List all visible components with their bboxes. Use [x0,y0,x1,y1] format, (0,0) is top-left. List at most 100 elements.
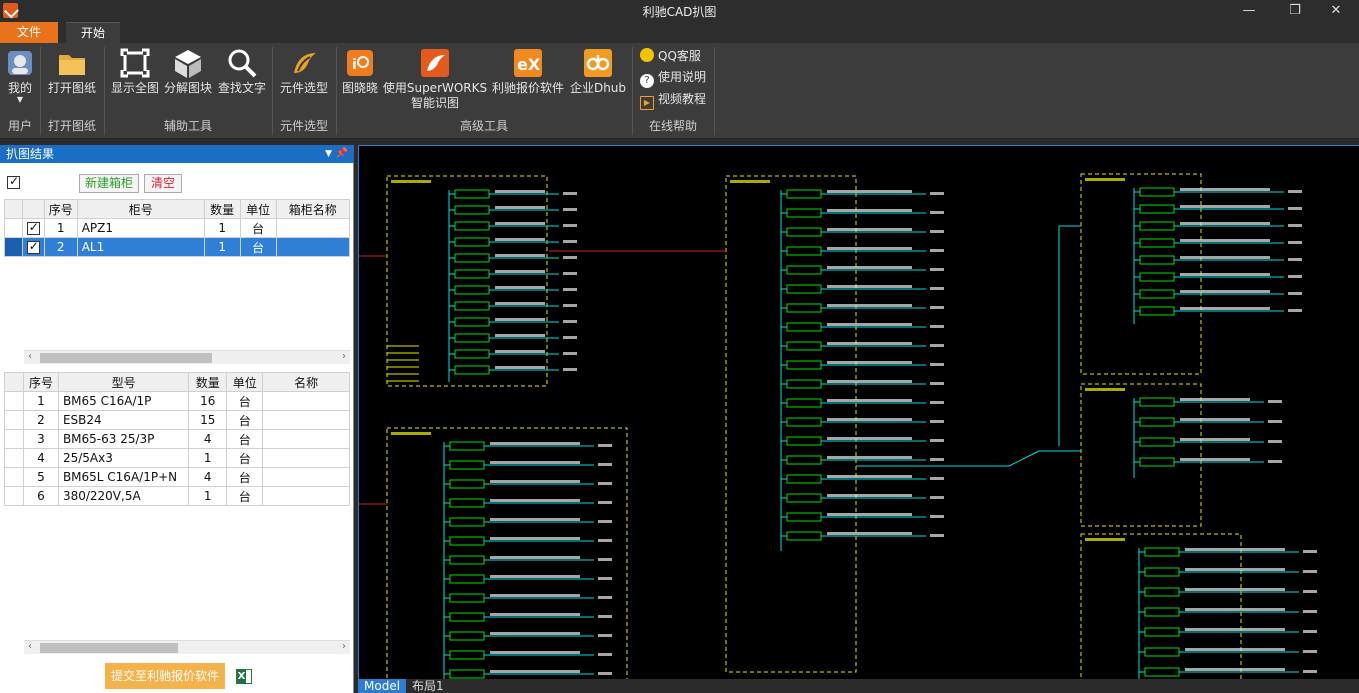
cell-no: 1 [23,391,59,411]
qq-service-link[interactable]: QQ客服 [640,47,701,65]
minimize-button[interactable]: — [1226,0,1272,22]
row-indicator [3,410,25,430]
header-unit[interactable]: 单位 [239,199,277,219]
qq-penguin-icon [640,48,654,62]
row-checkbox-cell [21,237,45,257]
superworks-label-2: 智能识图 [410,96,459,110]
group-label-help: 在线帮助 [648,119,697,133]
cell-unit: 台 [226,467,264,487]
row-indicator [4,218,23,238]
tab-start[interactable]: 开始 [66,22,120,43]
table-row[interactable]: 4 25/5Ax3 1 台 [3,448,350,468]
cell-qty: 16 [188,391,228,411]
item-table-header: 序号 型号 数量 单位 名称 [3,372,350,392]
my-account-button[interactable]: 我的 ▼ [4,47,36,104]
header-model[interactable]: 型号 [57,372,190,392]
folder-icon [56,47,88,79]
cell-name [262,391,350,411]
header-qty[interactable]: 数量 [188,372,228,392]
table-row[interactable]: 6 380/220V,5A 1 台 [3,486,350,506]
cell-qty: 1 [203,218,241,238]
restore-button[interactable]: ❐ [1272,0,1318,22]
close-button[interactable]: ✕ [1313,0,1359,22]
table-row-selected[interactable]: 2 AL1 1 台 [4,237,351,257]
find-text-label: 查找文字 [217,81,266,95]
scroll-right-icon[interactable]: › [342,641,346,652]
panel-menu-icon[interactable]: ▼ [325,145,332,163]
row-indicator [4,237,23,257]
item-hscrollbar[interactable]: ‹ › [24,640,350,654]
tuxiaoxiao-button[interactable]: i 图晓晓 [340,47,380,96]
cell-no: 3 [23,429,59,449]
tab-model[interactable]: Model [358,679,407,693]
cad-drawing-canvas[interactable] [358,145,1359,693]
cell-qty: 4 [188,429,228,449]
cell-qty: 15 [188,410,228,430]
cell-name [262,429,350,449]
component-select-button[interactable]: 元件选型 [276,47,332,96]
row-checkbox[interactable] [26,220,40,235]
tab-file[interactable]: 文件 [0,22,58,43]
cell-name [262,410,350,430]
tuxiaoxiao-label: 图晓晓 [341,81,378,95]
fit-view-icon [119,47,151,79]
cell-unit: 台 [226,429,264,449]
cell-qty: 1 [188,486,228,506]
search-icon [226,47,258,79]
header-no[interactable]: 序号 [23,372,59,392]
header-qty[interactable]: 数量 [203,199,241,219]
quote-software-label: 利驰报价软件 [491,81,564,95]
manual-link[interactable]: ? 使用说明 [640,68,707,88]
cell-no: 1 [43,218,78,238]
pin-icon[interactable]: 📌 [336,145,348,163]
cell-unit: 台 [226,410,264,430]
row-checkbox[interactable] [26,239,40,254]
scroll-left-icon[interactable]: ‹ [28,641,32,652]
table-row[interactable]: 2 ESB24 15 台 [3,410,350,430]
component-select-label: 元件选型 [279,81,328,95]
header-unit[interactable]: 单位 [226,372,264,392]
cell-no: 6 [23,486,59,506]
cabinet-hscrollbar[interactable]: ‹ › [24,350,350,364]
table-row[interactable]: 5 BM65L C16A/1P+N 4 台 [3,467,350,487]
tuxiaoxiao-icon: i [344,47,376,79]
video-tutorial-link[interactable]: ▶ 视频教程 [640,90,706,110]
header-box-name[interactable]: 箱柜名称 [275,199,351,219]
cell-unit: 台 [239,237,277,257]
scroll-left-icon[interactable]: ‹ [28,351,32,362]
table-row[interactable]: 1 APZ1 1 台 [4,218,351,238]
superworks-icon [419,47,451,79]
manual-label: 使用说明 [658,70,707,84]
header-name[interactable]: 名称 [262,372,350,392]
header-no[interactable]: 序号 [43,199,78,219]
excel-export-icon[interactable] [236,669,252,684]
explode-block-button[interactable]: 分解图块 [162,47,214,96]
header-cabinet[interactable]: 柜号 [76,199,205,219]
panel-header: 扒图结果 ▼ 📌 [0,145,354,163]
scroll-right-icon[interactable]: › [342,351,346,362]
show-all-button[interactable]: 显示全图 [108,47,162,96]
tab-layout1[interactable]: 布局1 [406,679,450,693]
superworks-button[interactable]: 使用SuperWORKS 智能识图 [382,47,488,111]
select-all-checkbox[interactable] [7,174,20,189]
cell-model: 380/220V,5A [57,486,190,506]
find-text-button[interactable]: 查找文字 [216,47,268,96]
table-row[interactable]: 1 BM65 C16A/1P 16 台 [3,391,350,411]
scroll-thumb[interactable] [40,643,178,653]
cell-no: 2 [23,410,59,430]
dhub-button[interactable]: 企业Dhub [568,47,628,96]
scroll-thumb[interactable] [40,353,212,363]
cell-no: 4 [23,448,59,468]
quote-software-button[interactable]: eX 利驰报价软件 [490,47,566,96]
open-drawing-button[interactable]: 打开图纸 [44,47,100,96]
table-row[interactable]: 3 BM65-63 25/3P 4 台 [3,429,350,449]
superworks-label: 使用SuperWORKS [382,81,488,95]
new-cabinet-button[interactable]: 新建箱柜 [79,174,139,193]
submit-to-quote-button[interactable]: 提交至利驰报价软件 [105,663,225,689]
explode-block-label: 分解图块 [163,81,212,95]
cell-cabinet: AL1 [76,237,205,257]
clear-button[interactable]: 清空 [144,174,182,193]
group-label-user: 用户 [7,119,32,133]
cell-model: BM65L C16A/1P+N [57,467,190,487]
cell-unit: 台 [239,218,277,238]
